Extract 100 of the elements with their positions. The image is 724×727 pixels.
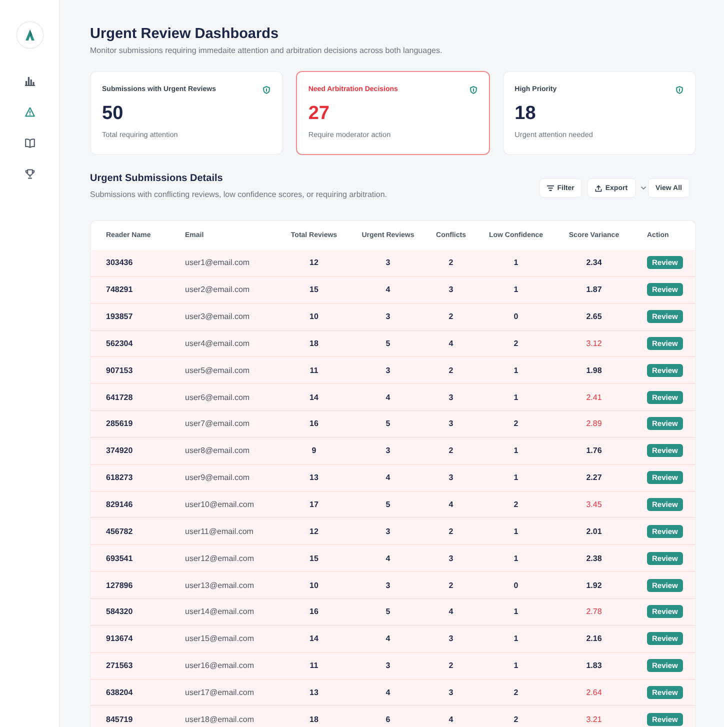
table-cell-text: 5 [384,338,392,348]
table-cell-text: 641728 [106,392,134,402]
table-cell-text: user8@email.com [185,446,251,456]
table-cell-text: 2 [512,338,520,348]
card-value: 27 [308,103,330,125]
table-cell-text: 0 [512,312,520,322]
table-cell-text: 1 [512,258,520,268]
table-cell-text: 584320 [106,607,134,616]
table-cell-text: 13 [308,688,320,697]
table-cell-text: user15@email.com [185,634,256,644]
table-cell-text: 1 [512,554,520,563]
table-cell-text: 693541 [106,554,134,563]
table-cell-text: 5 [384,500,392,510]
table-cell-text: 4 [384,634,392,644]
table-cell-text: 1 [512,473,520,482]
table-cell-text: 3.45 [585,500,603,510]
table-cell-text: 1 [512,607,520,616]
table-cell-text: 4 [448,500,454,510]
table-cell-text: 2 [448,446,454,456]
table-cell-text: user10@email.com [185,500,256,510]
table-cell-text: user5@email.com [185,366,251,375]
table-cell-text: 18 [308,338,320,348]
table-cell-text: 3 [448,554,454,563]
table-cell-text: 2 [448,526,454,536]
table-cell-text: 15 [308,285,320,294]
table-cell-text: 2.27 [585,473,603,482]
table-cell-text: 1 [512,392,520,402]
table-cell-text: 11 [308,661,320,670]
table-cell-text: 3.12 [585,338,603,348]
table-cell-text: 1.98 [585,366,603,375]
table-cell-text: user11@email.com [185,526,254,536]
table-cell-text: user3@email.com [185,312,251,322]
shield-icon [263,86,270,94]
table-cell-text: user9@email.com [185,473,251,482]
table-cell-text: 3 [384,312,392,322]
table-cell-text: user14@email.com [185,607,256,616]
logo-icon[interactable] [16,21,44,49]
table-cell-text: 1 [512,285,520,294]
table-cell-text: 3 [448,419,454,428]
table-cell-text: 456782 [106,526,134,536]
table-cell-text: 4 [448,607,454,616]
chevron-down-icon[interactable] [640,186,646,190]
table-cell-text: 3 [384,446,392,456]
table-cell-text: 17 [308,500,320,510]
table-cell-text: 3 [384,661,392,670]
table-cell-text: 2 [448,366,454,375]
book-icon[interactable] [24,138,34,148]
table-cell-text: 2 [512,419,520,428]
table-cell-text: 2.78 [585,607,603,616]
table-cell-text: user7@email.com [185,419,251,428]
table-cell-text: 2.65 [585,312,603,322]
table-cell-text: user2@email.com [185,285,251,294]
table-cell-text: 2 [512,714,520,724]
card-value: 50 [102,103,124,125]
table-cell-text: 2 [512,688,520,697]
table-cell-text: 9 [310,446,318,456]
table-cell-text: 374920 [106,446,134,456]
warning-icon[interactable] [24,107,34,117]
section-subtitle: Submissions with conflicting reviews, low confidence scores, or requiring arbitration. [90,189,388,200]
table-cell-text: user16@email.com [185,661,256,670]
table-cell-text: 913674 [106,634,134,644]
table-cell-text: 829146 [106,500,134,510]
trophy-icon[interactable] [24,169,34,179]
table-cell-text: 1.76 [585,446,603,456]
table-cell-text: 11 [308,366,320,375]
table-cell-text: 2 [448,258,454,268]
bar-chart-icon[interactable] [24,76,34,86]
page-title: Urgent Review Dashboards [90,25,280,44]
filter-icon [547,184,554,192]
table-cell-text: 2 [448,312,454,322]
table-cell-text: 3 [448,473,454,482]
table-cell-text: 10 [308,580,320,590]
table-cell-text: 2.01 [585,526,603,536]
table-cell-text: 4 [384,392,392,402]
shield-icon [470,86,477,94]
table-cell-text: 2.64 [585,688,603,697]
table-cell-text: 12 [308,526,320,536]
table-cell-text: 618273 [106,473,134,482]
table-cell-text: 6 [384,714,392,724]
table-cell-text: 748291 [106,285,134,294]
table-cell-text: 4 [384,285,392,294]
table-cell-text: 1.92 [585,580,603,590]
upload-icon [595,184,602,192]
table-cell-text: 10 [308,312,320,322]
shield-icon [676,86,683,94]
table-cell-text: 907153 [106,366,134,375]
table-cell-text: 16 [308,419,320,428]
section-title: Urgent Submissions Details [90,172,224,186]
table-cell-text: 2 [448,661,454,670]
table-cell-text: 4 [384,473,392,482]
table-cell-text: 3 [384,258,392,268]
table-cell-text: 13 [308,473,320,482]
table-cell-text: 562304 [106,338,134,348]
table-cell-text: 3 [384,526,392,536]
table-cell-text: 3 [448,634,454,644]
table-cell-text: user13@email.com [185,580,256,590]
table-cell-text: 5 [384,607,392,616]
table-cell-text: 3 [384,366,392,375]
table-cell-text: 14 [308,392,320,402]
table-cell-text: 3 [384,580,392,590]
